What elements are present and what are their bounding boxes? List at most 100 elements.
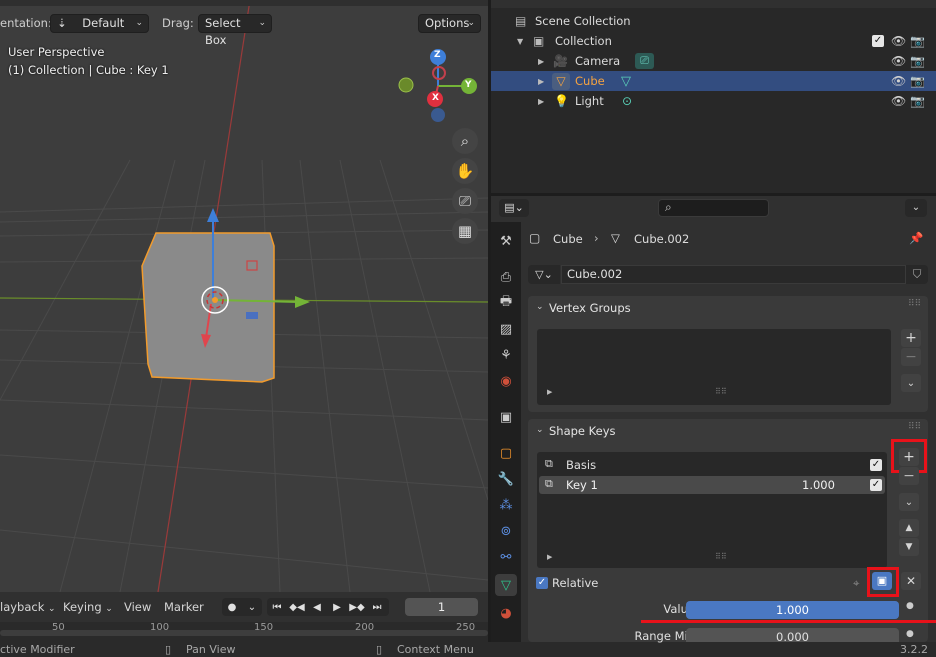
zoom-icon[interactable]: ⌕ xyxy=(452,128,478,154)
shape-key-lock-pin-icon[interactable]: ⌖ xyxy=(853,576,859,591)
expand-right-icon[interactable]: ▶ xyxy=(538,57,544,66)
options-chevron-icon[interactable]: ⌄ xyxy=(905,199,927,217)
render-tab-icon[interactable]: ⎙ xyxy=(495,266,517,288)
outliner-row-light[interactable]: ▶ 💡 Light ⊙ 👁 📷 xyxy=(491,91,936,111)
animate-property-dot-icon[interactable]: ● xyxy=(906,629,914,639)
play-icon[interactable]: ▶ xyxy=(327,598,347,616)
add-vertex-group-button[interactable]: + xyxy=(901,329,921,347)
physics-tab-icon[interactable]: ⊚ xyxy=(495,520,517,542)
grid-ortho-icon[interactable]: ▦ xyxy=(452,218,478,244)
drag-handle-icon[interactable]: ⠿⠿ xyxy=(908,422,921,432)
expand-down-icon[interactable]: ▼ xyxy=(517,37,523,46)
collapse-chevron-icon[interactable]: ⌄ xyxy=(536,425,544,435)
view-layer-tab-icon[interactable]: ▨ xyxy=(495,318,517,340)
collapse-chevron-icon[interactable]: ⌄ xyxy=(536,302,544,312)
expand-right-icon[interactable]: ▶ xyxy=(538,97,544,106)
mesh-data-icon[interactable]: ▽ xyxy=(621,74,631,89)
expand-right-icon[interactable]: ▶ xyxy=(538,77,544,86)
relative-checkbox[interactable]: ✓ xyxy=(536,577,548,589)
jump-end-icon[interactable]: ⏭ xyxy=(367,598,387,616)
orientation-dropdown[interactable]: ⇣ Default ⌄ xyxy=(50,14,149,33)
marker-menu[interactable]: Marker xyxy=(164,600,204,614)
outliner-row-cube[interactable]: ▶ ▽ Cube ▽ 👁 📷 xyxy=(491,71,936,91)
object-tab-icon[interactable]: ▢ xyxy=(495,442,517,464)
outliner-row-camera[interactable]: ▶ 🎥 Camera ⎚ 👁 📷 xyxy=(491,51,936,71)
mesh-name-field[interactable]: Cube.002 xyxy=(561,265,906,284)
list-resize-handle-icon[interactable]: ⠿⠿ xyxy=(715,552,727,561)
outliner-row-scene-collection[interactable]: ▤ Scene Collection xyxy=(491,11,936,31)
eye-icon[interactable]: 👁 xyxy=(891,54,906,68)
camera-icon[interactable]: ⎚ xyxy=(452,188,478,214)
remove-shape-key-button[interactable]: − xyxy=(899,467,919,485)
mesh-data-tab-icon[interactable]: ▽ xyxy=(495,574,517,596)
playback-menu[interactable]: layback ⌄ xyxy=(0,600,56,614)
move-down-icon[interactable]: ▼ xyxy=(899,538,919,556)
vertex-group-specials-button[interactable]: ⌄ xyxy=(901,374,921,392)
options-dropdown[interactable]: Options ⌄ xyxy=(418,14,481,33)
shape-key-row-active[interactable]: ⧉ Key 1 1.000 ✓ xyxy=(539,476,885,494)
mesh-browse-button[interactable]: ▽⌄ xyxy=(528,265,560,284)
list-resize-handle-icon[interactable]: ⠿⠿ xyxy=(715,387,727,396)
chevron-down-icon[interactable]: ⌄ xyxy=(242,598,262,616)
constraints-tab-icon[interactable]: ⚯ xyxy=(495,546,517,568)
vertex-groups-list[interactable]: ▶ ⠿⠿ xyxy=(537,329,891,405)
collection-tab-icon[interactable]: ▣ xyxy=(495,406,517,428)
eye-icon[interactable]: 👁 xyxy=(891,34,906,48)
record-icon[interactable]: ● xyxy=(222,598,242,616)
prev-keyframe-icon[interactable]: ◆◀ xyxy=(287,598,307,616)
next-keyframe-icon[interactable]: ▶◆ xyxy=(347,598,367,616)
render-camera-icon[interactable]: 📷 xyxy=(910,94,925,108)
shape-key-mute-checkbox[interactable]: ✓ xyxy=(870,479,882,491)
shape-key-name[interactable]: Key 1 xyxy=(566,478,598,492)
hand-pan-icon[interactable]: ✋ xyxy=(452,158,478,184)
outliner-row-collection[interactable]: ▼ ▣ Collection ✓ 👁 📷 xyxy=(491,31,936,51)
jump-start-icon[interactable]: ⏮ xyxy=(267,598,287,616)
list-filter-toggle-icon[interactable]: ▶ xyxy=(547,553,552,561)
keyframe-toggle[interactable]: ● ⌄ xyxy=(222,598,262,616)
shape-key-name[interactable]: Basis xyxy=(566,458,596,472)
particles-tab-icon[interactable]: ⁂ xyxy=(495,494,517,516)
3d-viewport[interactable]: entation: ⇣ Default ⌄ Drag: Select Box ⌄… xyxy=(0,0,488,592)
render-camera-icon[interactable]: 📷 xyxy=(910,74,925,88)
timeline-view-menu[interactable]: View xyxy=(124,600,151,614)
shape-key-specials-button[interactable]: ⌄ xyxy=(899,493,919,511)
animate-property-dot-icon[interactable]: ● xyxy=(906,601,914,611)
add-shape-key-button[interactable]: + xyxy=(899,448,919,466)
modifier-tab-icon[interactable]: 🔧 xyxy=(495,468,517,490)
range-min-field[interactable]: 0.000 xyxy=(686,628,899,642)
keying-menu[interactable]: Keying ⌄ xyxy=(63,600,113,614)
shape-key-row[interactable]: ⧉ Basis ✓ xyxy=(539,456,885,474)
fake-user-shield-icon[interactable]: ⛉ xyxy=(906,265,928,284)
vertex-groups-title[interactable]: Vertex Groups xyxy=(549,301,631,315)
scene-tab-icon[interactable]: ⚘ xyxy=(495,344,517,366)
output-tab-icon[interactable]: 🖶 xyxy=(495,292,517,314)
eye-icon[interactable]: 👁 xyxy=(891,74,906,88)
list-filter-toggle-icon[interactable]: ▶ xyxy=(547,388,552,396)
material-tab-icon[interactable]: ◕ xyxy=(495,602,517,624)
editor-type-dropdown[interactable]: ▤⌄ xyxy=(499,199,529,217)
play-reverse-icon[interactable]: ◀ xyxy=(307,598,327,616)
drag-handle-icon[interactable]: ⠿⠿ xyxy=(908,299,921,309)
timeline-ruler[interactable]: 50 100 150 200 250 xyxy=(0,622,488,642)
properties-search-input[interactable]: ⌕ xyxy=(658,199,769,217)
render-camera-icon[interactable]: 📷 xyxy=(910,34,925,48)
collection-exclude-checkbox[interactable]: ✓ xyxy=(872,35,884,47)
relative-label[interactable]: Relative xyxy=(552,576,598,590)
timeline-scrollbar[interactable] xyxy=(0,630,488,636)
shape-key-value[interactable]: 1.000 xyxy=(802,478,835,492)
value-slider[interactable]: 1.000 xyxy=(686,601,899,619)
shape-keys-list[interactable]: ⧉ Basis ✓ ⧉ Key 1 1.000 ✓ ▶ ⠿⠿ xyxy=(537,452,887,568)
drag-dropdown[interactable]: Select Box ⌄ xyxy=(198,14,272,47)
move-up-icon[interactable]: ▲ xyxy=(899,519,919,537)
shape-key-edit-mode-button[interactable]: ▣ xyxy=(872,572,892,590)
pin-icon[interactable]: 📌 xyxy=(909,231,923,245)
light-data-icon[interactable]: ⊙ xyxy=(622,94,632,108)
eye-icon[interactable]: 👁 xyxy=(891,94,906,108)
world-tab-icon[interactable]: ◉ xyxy=(495,370,517,392)
shape-key-mute-checkbox[interactable]: ✓ xyxy=(870,459,882,471)
camera-data-icon[interactable]: ⎚ xyxy=(635,53,654,69)
shape-keys-title[interactable]: Shape Keys xyxy=(549,424,616,438)
render-camera-icon[interactable]: 📷 xyxy=(910,54,925,68)
remove-vertex-group-button[interactable]: − xyxy=(901,348,921,366)
clear-weights-close-icon[interactable]: ✕ xyxy=(901,572,921,590)
